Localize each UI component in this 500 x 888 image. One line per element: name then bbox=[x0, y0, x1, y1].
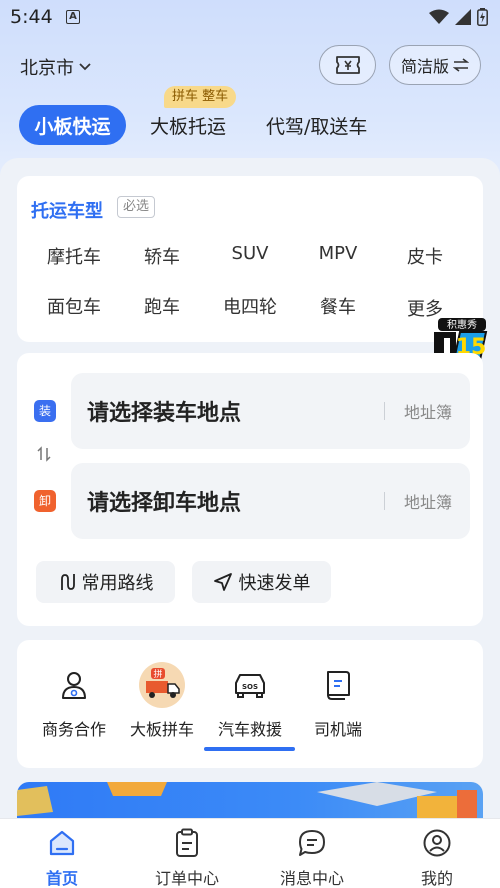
load-address-book-link[interactable]: 地址簿 bbox=[404, 399, 452, 423]
unload-address-placeholder: 请选择卸车地点 bbox=[87, 491, 242, 516]
required-tag: 必选 bbox=[117, 196, 156, 218]
vehicle-type-sports-car[interactable]: 跑车 bbox=[122, 293, 202, 319]
driver-icon bbox=[327, 671, 350, 700]
nav-profile-label: 我的 bbox=[420, 869, 453, 888]
nav-messages-label: 消息中心 bbox=[279, 869, 344, 888]
status-bar: 5:44 A bbox=[0, 0, 500, 34]
common-routes-button[interactable]: 常用路线 bbox=[36, 561, 175, 603]
quick-order-label: 快速发单 bbox=[238, 573, 311, 594]
message-icon bbox=[299, 830, 325, 856]
send-icon bbox=[213, 573, 232, 591]
simple-version-label: 简洁版 bbox=[400, 57, 449, 76]
banner-decoration-icon bbox=[17, 782, 477, 822]
vehicle-type-card: 托运车型 必选 摩托车 轿车 SUV MPV 皮卡 面包车 跑车 电四轮 餐车 … bbox=[17, 176, 483, 342]
service-business-label: 商务合作 bbox=[41, 720, 106, 739]
signal-icon bbox=[455, 9, 471, 25]
vehicle-type-pickup[interactable]: 皮卡 bbox=[385, 243, 465, 269]
vehicle-type-food-truck[interactable]: 餐车 bbox=[298, 293, 378, 319]
nav-home[interactable]: 首页 bbox=[17, 827, 107, 888]
chevron-down-icon bbox=[79, 63, 91, 71]
status-time: 5:44 bbox=[10, 6, 53, 28]
sos-car-icon: SOS bbox=[235, 674, 265, 698]
service-business[interactable]: 商务合作 bbox=[24, 662, 124, 740]
divider bbox=[384, 492, 385, 510]
quick-order-button[interactable]: 快速发单 bbox=[192, 561, 331, 603]
tab-designated-driver[interactable]: 代驾/取送车 bbox=[266, 105, 367, 145]
simple-version-button[interactable]: 简洁版 bbox=[389, 45, 481, 85]
yuan-ticket-icon bbox=[335, 56, 360, 74]
promo-text: 积惠秀 bbox=[447, 318, 477, 331]
svg-text:SOS: SOS bbox=[242, 683, 258, 691]
svg-text:拼: 拼 bbox=[153, 668, 162, 680]
status-icons bbox=[429, 8, 488, 26]
divider bbox=[384, 402, 385, 420]
unload-badge: 卸 bbox=[34, 490, 56, 512]
tab-small-board-express[interactable]: 小板快运 bbox=[19, 105, 126, 145]
profile-icon bbox=[423, 829, 451, 857]
vehicle-type-electric-quad[interactable]: 电四轮 bbox=[210, 293, 290, 319]
coupon-button[interactable] bbox=[319, 45, 376, 85]
vehicle-type-van[interactable]: 面包车 bbox=[34, 293, 114, 319]
notification-icon: A bbox=[66, 10, 80, 24]
service-rescue[interactable]: SOS 汽车救援 bbox=[200, 662, 300, 740]
nav-home-label: 首页 bbox=[45, 869, 78, 888]
common-routes-label: 常用路线 bbox=[81, 573, 154, 594]
services-card: 商务合作 拼 大板拼车 SOS 汽车救援 司机端 bbox=[17, 640, 483, 768]
load-address-placeholder: 请选择装车地点 bbox=[87, 401, 242, 426]
service-driver-label: 司机端 bbox=[313, 720, 362, 739]
city-selector[interactable]: 北京市 bbox=[20, 54, 92, 80]
vehicle-type-sedan[interactable]: 轿车 bbox=[122, 243, 202, 269]
service-rescue-label: 汽车救援 bbox=[217, 720, 282, 739]
unload-address-book-link[interactable]: 地址簿 bbox=[404, 489, 452, 513]
nav-orders-label: 订单中心 bbox=[154, 869, 219, 888]
carpool-truck-icon: 拼 bbox=[139, 662, 185, 708]
bottom-nav: 首页 订单中心 消息中心 我的 bbox=[0, 818, 500, 888]
vehicle-type-suv[interactable]: SUV bbox=[210, 243, 290, 264]
service-carpool-label: 大板拼车 bbox=[129, 720, 194, 739]
service-driver[interactable]: 司机端 bbox=[288, 662, 388, 740]
nav-messages[interactable]: 消息中心 bbox=[267, 827, 357, 888]
tab-large-board-shipping[interactable]: 大板托运 bbox=[150, 105, 226, 145]
route-icon bbox=[60, 574, 75, 590]
nav-profile[interactable]: 我的 bbox=[392, 827, 482, 888]
wifi-icon bbox=[429, 9, 449, 24]
vehicle-type-mpv[interactable]: MPV bbox=[298, 243, 378, 264]
service-carpool[interactable]: 拼 大板拼车 bbox=[112, 662, 212, 740]
vehicle-type-motorcycle[interactable]: 摩托车 bbox=[34, 243, 114, 269]
swap-arrows-icon bbox=[453, 58, 469, 72]
services-scroll-indicator bbox=[204, 747, 295, 751]
unload-address-field[interactable]: 请选择卸车地点 地址簿 bbox=[71, 463, 470, 539]
vehicle-type-title: 托运车型 bbox=[31, 201, 103, 222]
business-icon bbox=[62, 672, 86, 699]
city-label: 北京市 bbox=[20, 58, 74, 79]
load-address-field[interactable]: 请选择装车地点 地址簿 bbox=[71, 373, 470, 449]
home-icon bbox=[49, 830, 75, 856]
address-card: 装 请选择装车地点 地址簿 卸 请选择卸车地点 地址簿 常用路线 快速发单 bbox=[17, 353, 483, 626]
order-icon bbox=[176, 828, 198, 857]
battery-icon bbox=[477, 8, 488, 26]
nav-orders[interactable]: 订单中心 bbox=[142, 827, 232, 888]
swap-address-icon[interactable] bbox=[36, 446, 52, 462]
promo-banner[interactable] bbox=[17, 782, 483, 822]
load-badge: 装 bbox=[34, 400, 56, 422]
